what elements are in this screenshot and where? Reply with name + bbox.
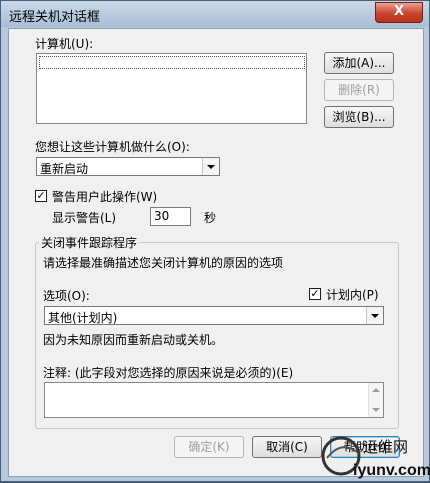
tracker-instruction: 请选择最准确描述您关闭计算机的原因的选项	[43, 256, 284, 270]
comment-scrollbar[interactable]	[368, 383, 383, 417]
warn-users-checkbox[interactable]: ✓	[35, 190, 47, 202]
warn-users-label: 警告用户此操作(W)	[52, 190, 158, 204]
scroll-up-icon[interactable]	[372, 388, 380, 392]
action-label: 您想让这些计算机做什么(O):	[35, 140, 190, 154]
computers-list[interactable]	[36, 53, 307, 124]
planned-label: 计划内(P)	[326, 288, 379, 302]
list-focus-row[interactable]	[39, 56, 305, 69]
window-title: 远程关机对话框	[9, 10, 101, 25]
planned-checkbox[interactable]: ✓	[309, 288, 321, 300]
remove-button[interactable]: 删除(R)	[324, 79, 394, 101]
close-icon: X	[393, 4, 405, 19]
dialog-body: 计算机(U): 添加(A)... 删除(R) 浏览(B)... 您想让这些计算机…	[8, 28, 424, 477]
tracker-group-label: 关闭事件跟踪程序	[39, 234, 140, 251]
action-select[interactable]: 重新启动	[36, 157, 220, 176]
title-bar[interactable]: 远程关机对话框 X	[1, 1, 429, 27]
cancel-button[interactable]: 取消(C)	[252, 436, 322, 458]
option-label: 选项(O):	[43, 289, 90, 303]
reason-description: 因为未知原因而重新启动或关机。	[43, 333, 224, 347]
close-button[interactable]: X	[375, 2, 423, 23]
scroll-down-icon[interactable]	[372, 408, 380, 412]
comment-textarea[interactable]	[44, 382, 384, 418]
warning-seconds-input[interactable]: 30	[150, 207, 191, 226]
ok-button[interactable]: 确定(K)	[174, 436, 244, 458]
chevron-down-icon[interactable]	[366, 307, 383, 324]
computers-label: 计算机(U):	[35, 37, 94, 51]
add-button[interactable]: 添加(A)...	[324, 52, 394, 74]
seconds-unit-label: 秒	[204, 211, 217, 225]
dialog-window: 远程关机对话框 X 计算机(U): 添加(A)... 删除(R) 浏览(B)..…	[0, 0, 430, 482]
chevron-down-icon[interactable]	[202, 158, 219, 175]
action-select-value: 重新启动	[40, 162, 89, 176]
site-watermark: 运维网 iyunv.com	[319, 428, 430, 480]
watermark-text-en: iyunv.com	[353, 462, 430, 479]
reason-select-value: 其他(计划内)	[48, 311, 118, 325]
comment-label: 注释: (此字段对您选择的原因来说是必须的)(E)	[43, 366, 294, 380]
browse-button[interactable]: 浏览(B)...	[324, 106, 394, 128]
reason-select[interactable]: 其他(计划内)	[44, 306, 384, 325]
watermark-text-cn: 运维网	[363, 438, 409, 456]
display-warning-label: 显示警告(L)	[52, 211, 117, 225]
